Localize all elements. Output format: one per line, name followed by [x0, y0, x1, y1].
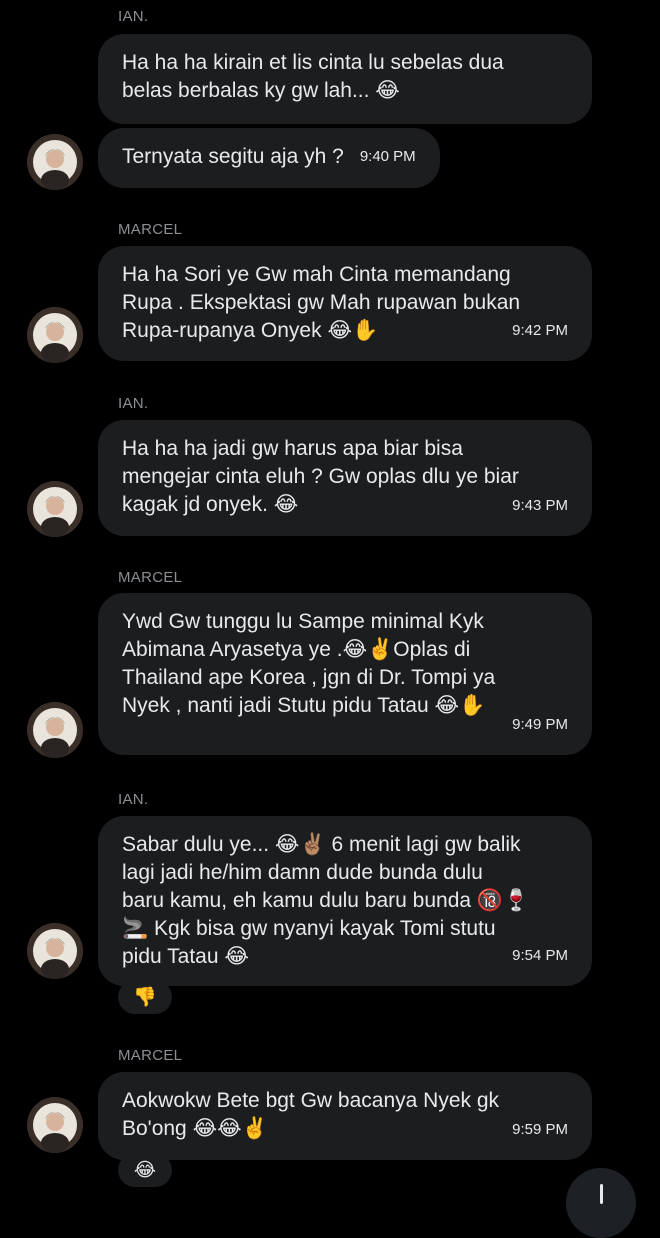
message-bubble[interactable]: Ternyata segitu aja yh ? 9:40 PM: [98, 128, 440, 188]
avatar-photo: [27, 1097, 83, 1153]
message-timestamp: 9:40 PM: [359, 148, 416, 166]
avatar[interactable]: [27, 134, 83, 190]
sender-name: MARCEL: [118, 569, 183, 586]
avatar[interactable]: [27, 481, 83, 537]
message-timestamp: 9:59 PM: [512, 1121, 568, 1138]
message-timestamp: 9:49 PM: [512, 716, 568, 733]
avatar[interactable]: [27, 1097, 83, 1153]
avatar-photo: [27, 481, 83, 537]
message-bubble[interactable]: Ywd Gw tunggu lu Sampe minimal Kyk Abima…: [98, 593, 592, 755]
message-text: Ha ha ha jadi gw harus apa biar bisa men…: [122, 437, 519, 516]
avatar[interactable]: [27, 307, 83, 363]
message-text: Ywd Gw tunggu lu Sampe minimal Kyk Abima…: [122, 610, 496, 717]
avatar[interactable]: [27, 702, 83, 758]
message-text: Sabar dulu ye... 😂✌🏽 6 menit lagi gw bal…: [122, 833, 530, 968]
message-text: Ha ha Sori ye Gw mah Cinta memandang Rup…: [122, 263, 521, 342]
message-timestamp: 9:54 PM: [512, 947, 568, 964]
message-timestamp: 9:43 PM: [512, 497, 568, 514]
avatar-photo: [27, 923, 83, 979]
arrow-down-icon: [599, 1184, 603, 1204]
message-bubble[interactable]: Ha ha ha jadi gw harus apa biar bisa men…: [98, 420, 592, 536]
avatar-photo: [27, 307, 83, 363]
avatar[interactable]: [27, 923, 83, 979]
message-bubble[interactable]: Ha ha ha kirain et lis cinta lu sebelas …: [98, 34, 592, 124]
message-bubble[interactable]: Aokwokw Bete bgt Gw bacanya Nyek gk Bo'o…: [98, 1072, 592, 1160]
message-bubble[interactable]: Ha ha Sori ye Gw mah Cinta memandang Rup…: [98, 246, 592, 361]
message-timestamp: 9:42 PM: [512, 322, 568, 339]
avatar-photo: [27, 134, 83, 190]
sender-name: IAN.: [118, 791, 149, 808]
sender-name: IAN.: [118, 395, 149, 412]
message-bubble[interactable]: Sabar dulu ye... 😂✌🏽 6 menit lagi gw bal…: [98, 816, 592, 986]
avatar-photo: [27, 702, 83, 758]
sender-name: MARCEL: [118, 1047, 183, 1064]
reaction-badge[interactable]: 👎: [118, 980, 172, 1014]
message-text: Ternyata segitu aja yh ?: [122, 145, 344, 168]
sender-name: IAN.: [118, 8, 149, 25]
reaction-badge[interactable]: 😂: [118, 1153, 172, 1187]
message-text: Aokwokw Bete bgt Gw bacanya Nyek gk Bo'o…: [122, 1089, 500, 1140]
message-text: Ha ha ha kirain et lis cinta lu sebelas …: [122, 51, 504, 102]
sender-name: MARCEL: [118, 221, 183, 238]
scroll-to-bottom-button[interactable]: [566, 1168, 636, 1238]
